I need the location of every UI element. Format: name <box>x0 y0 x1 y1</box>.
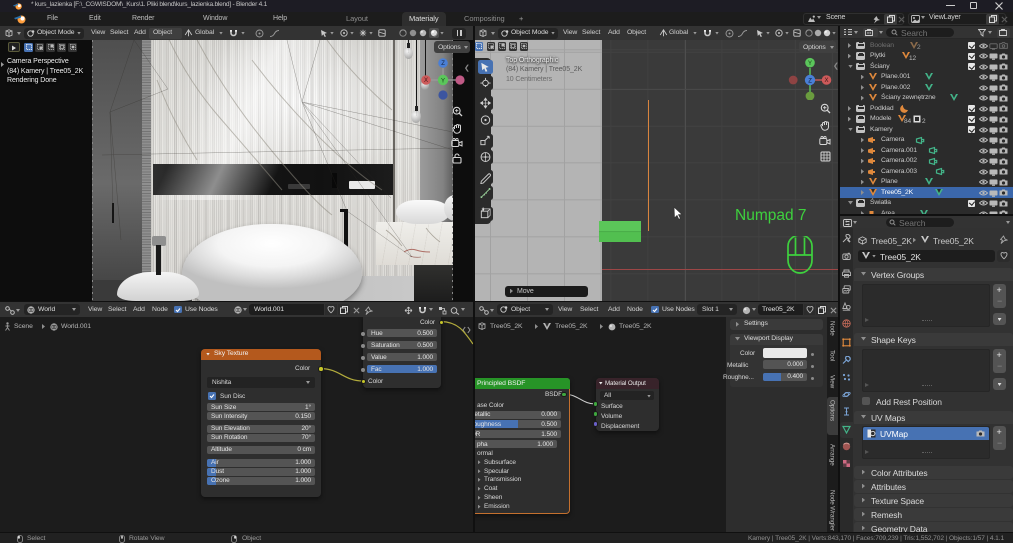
svg-text:Y: Y <box>808 61 812 67</box>
svg-text:Y: Y <box>441 79 445 85</box>
svg-text:X: X <box>424 78 428 84</box>
svg-text:Z: Z <box>808 79 812 85</box>
svg-text:Z: Z <box>441 61 445 67</box>
svg-text:X: X <box>825 78 829 84</box>
